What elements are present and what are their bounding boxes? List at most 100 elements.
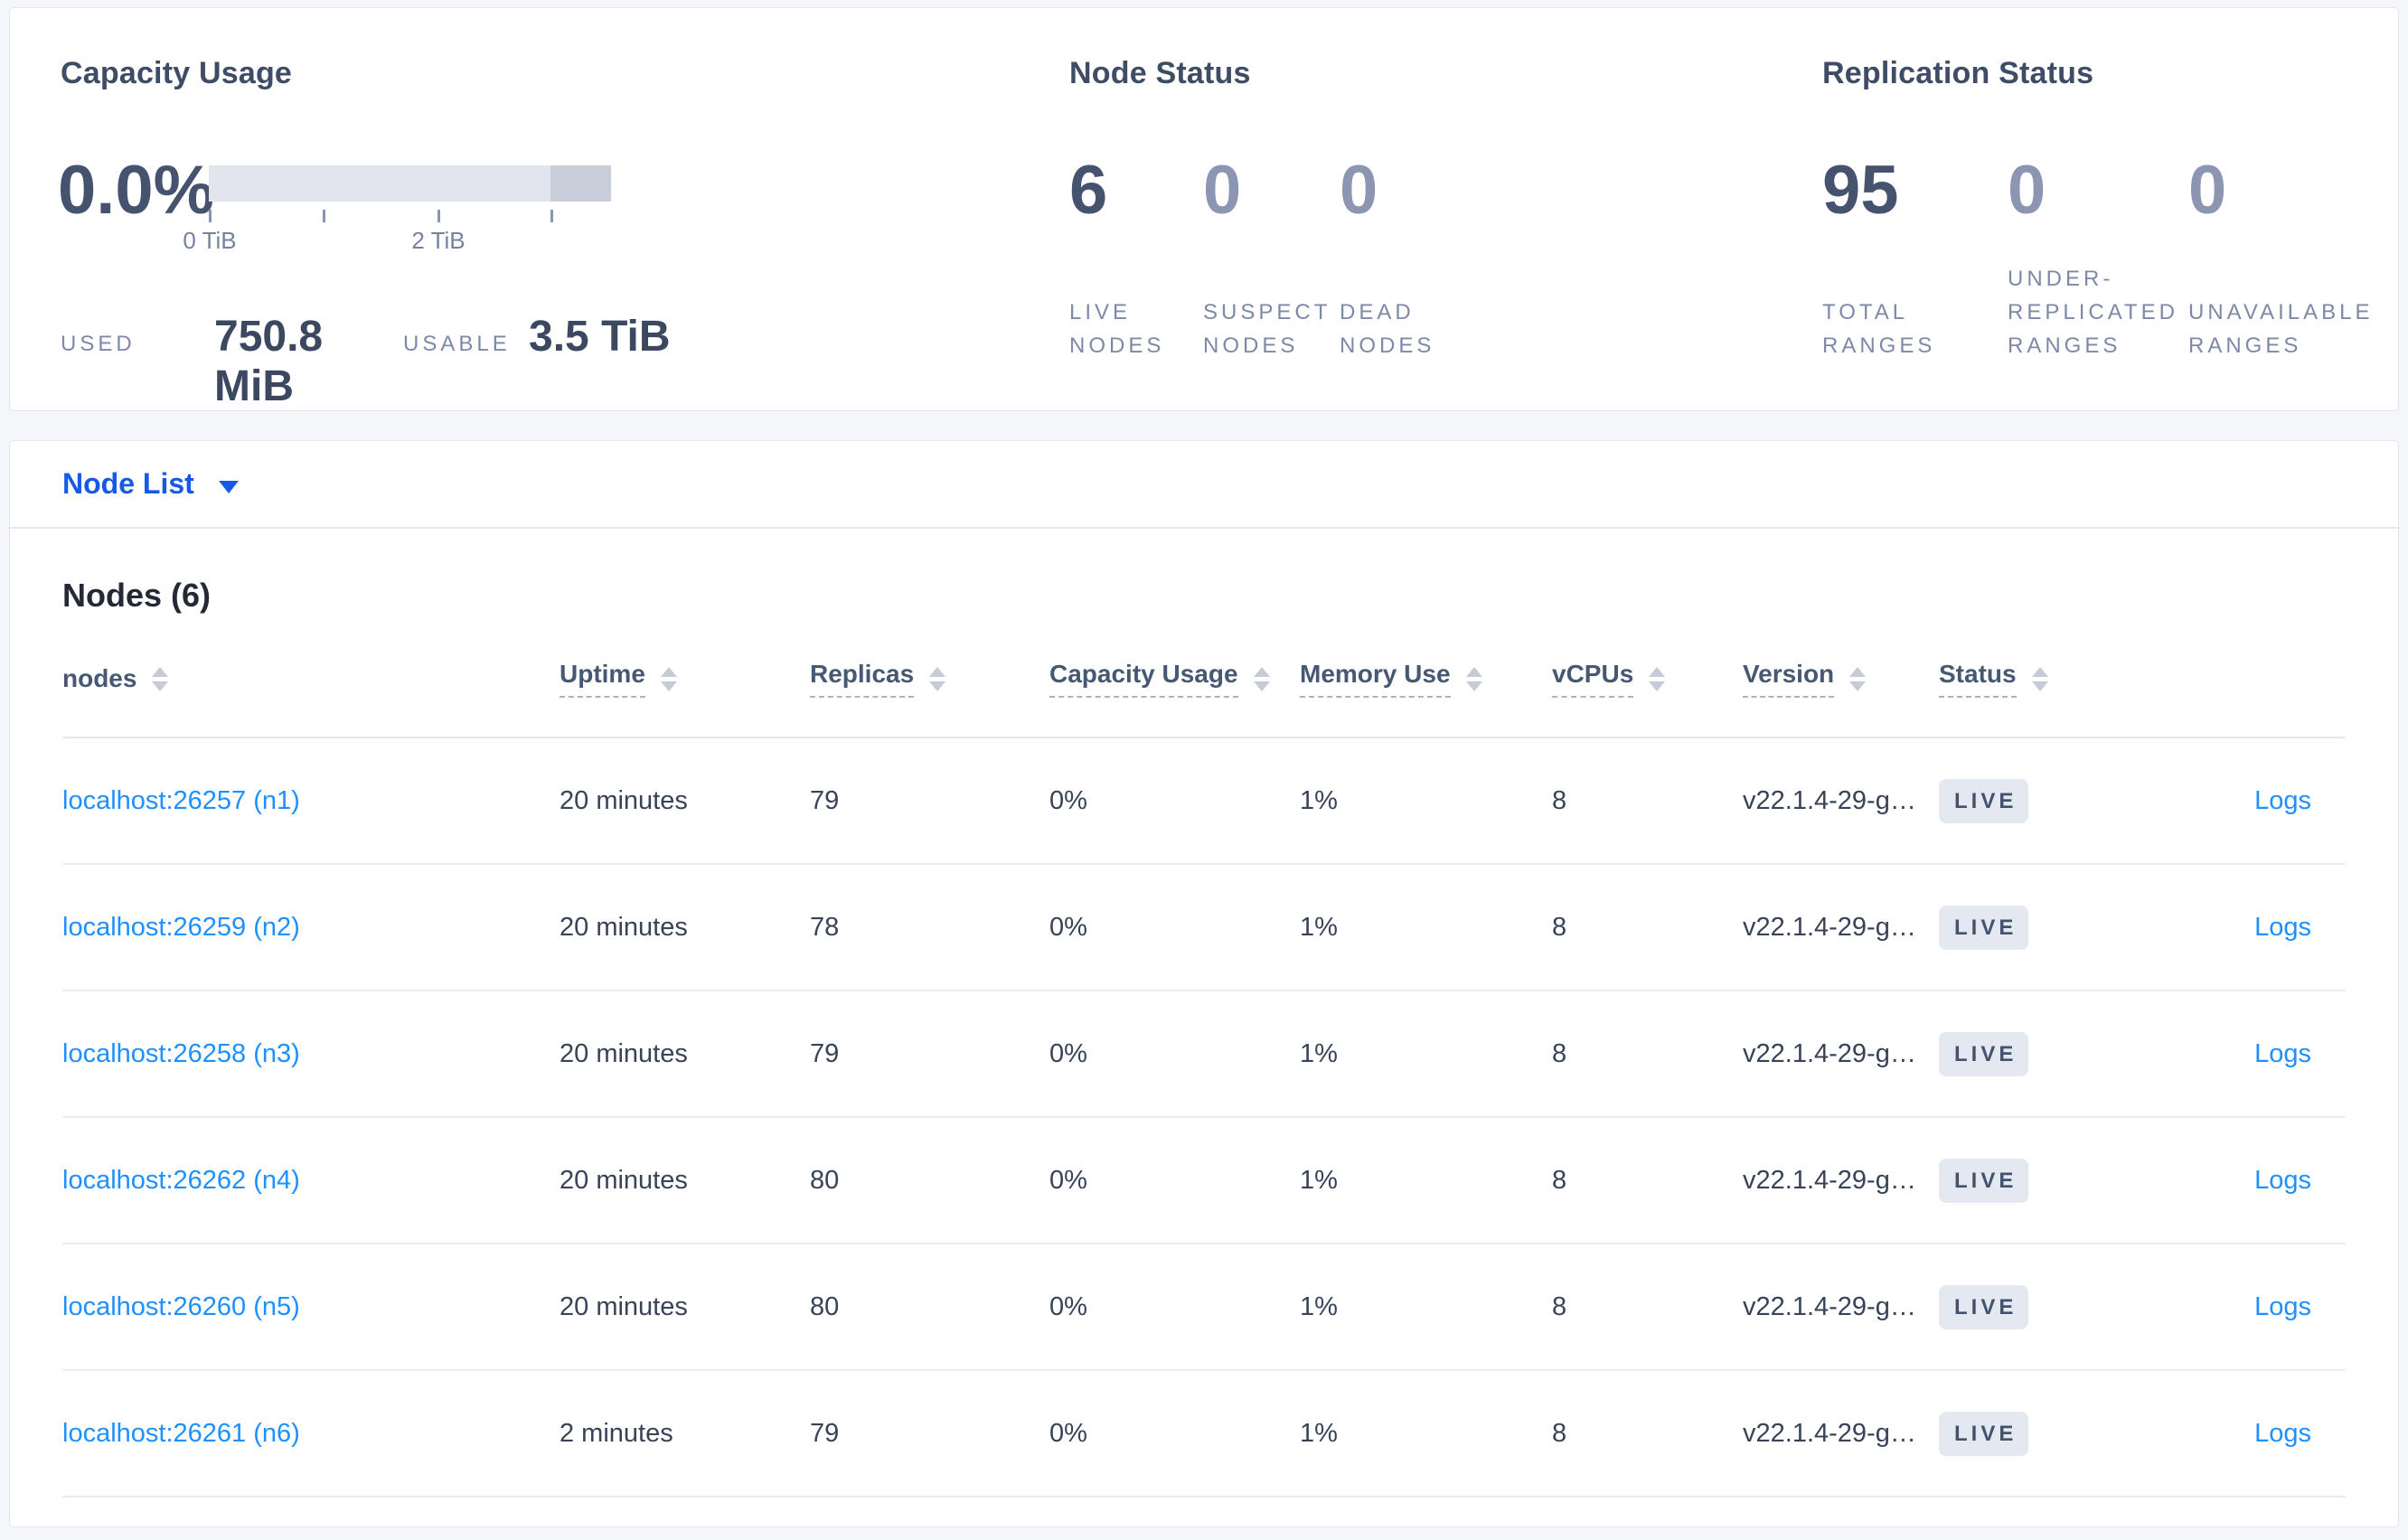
- capacity-bar-track: [209, 165, 611, 202]
- stat-value: 95: [1822, 152, 1899, 229]
- stat-value: 0: [2188, 152, 2227, 229]
- stat-label: LIVE NODES: [1069, 300, 1165, 358]
- capacity-usage-title: Capacity Usage: [61, 56, 293, 90]
- nodes-section: Nodes (6) nodes Uptime Replicas Capacity…: [10, 576, 2398, 1498]
- logs-link[interactable]: Logs: [2254, 1292, 2311, 1321]
- capacity-bar-reserved-segment: [550, 165, 611, 202]
- logs-link[interactable]: Logs: [2254, 1419, 2311, 1448]
- dead-nodes-stat: 0 DEAD NODES: [1340, 153, 1520, 362]
- node-list-panel: Node List Nodes (6) nodes Uptime Replica…: [9, 440, 2399, 1527]
- axis-tick: [209, 210, 212, 222]
- column-header-replicas[interactable]: Replicas: [810, 660, 1049, 698]
- axis-tick-label: 0 TiB: [183, 227, 237, 254]
- sort-icon: [1849, 667, 1867, 691]
- node-list-header: Node List: [10, 441, 2398, 529]
- logs-link[interactable]: Logs: [2254, 913, 2311, 942]
- sort-icon: [1465, 667, 1482, 691]
- sort-icon: [660, 667, 677, 691]
- table-row: localhost:26259 (n2) 20 minutes 78 0% 1%…: [62, 865, 2346, 991]
- memory-cell: 1%: [1300, 1291, 1338, 1321]
- vcpus-cell: 8: [1552, 785, 1567, 815]
- replication-status-title: Replication Status: [1822, 56, 2094, 90]
- column-header-vcpus[interactable]: vCPUs: [1552, 660, 1743, 698]
- sort-icon: [2031, 667, 2048, 691]
- node-link[interactable]: localhost:26259 (n2): [62, 913, 300, 942]
- version-cell: v22.1.4-29-g…: [1743, 912, 1916, 942]
- version-cell: v22.1.4-29-g…: [1743, 1038, 1916, 1068]
- node-status-title: Node Status: [1069, 56, 1251, 90]
- stat-label: SUSPECT NODES: [1203, 300, 1331, 358]
- version-cell: v22.1.4-29-g…: [1743, 1291, 1916, 1321]
- unavailable-ranges-stat: 0 UNAVAILABLE RANGES: [2188, 153, 2408, 362]
- status-badge: LIVE: [1939, 905, 2029, 950]
- table-row: localhost:26261 (n6) 2 minutes 79 0% 1% …: [62, 1371, 2346, 1498]
- column-header-capacity-usage[interactable]: Capacity Usage: [1049, 660, 1300, 698]
- logs-link[interactable]: Logs: [2254, 1166, 2311, 1195]
- status-badge: LIVE: [1939, 1158, 2029, 1203]
- uptime-cell: 20 minutes: [560, 1291, 688, 1321]
- replicas-cell: 79: [810, 785, 840, 815]
- table-row: localhost:26258 (n3) 20 minutes 79 0% 1%…: [62, 991, 2346, 1118]
- vcpus-cell: 8: [1552, 1291, 1567, 1321]
- stat-label: UNDER-REPLICATED RANGES: [2008, 267, 2178, 358]
- used-label: USED: [61, 332, 136, 356]
- under-replicated-ranges-stat: 0 UNDER-REPLICATED RANGES: [2008, 153, 2188, 362]
- column-header-uptime[interactable]: Uptime: [560, 660, 810, 698]
- node-list-dropdown[interactable]: Node List: [62, 467, 239, 501]
- status-badge: LIVE: [1939, 1411, 2029, 1456]
- cluster-summary-card: Capacity Usage 0.0% 0 TiB 2 TiB USED 750…: [9, 7, 2399, 411]
- stat-value: 6: [1069, 152, 1108, 229]
- node-link[interactable]: localhost:26261 (n6): [62, 1419, 300, 1448]
- vcpus-cell: 8: [1552, 912, 1567, 942]
- node-link[interactable]: localhost:26257 (n1): [62, 786, 300, 815]
- uptime-cell: 20 minutes: [560, 912, 688, 942]
- table-header-row: nodes Uptime Replicas Capacity Usage Mem…: [62, 621, 2346, 738]
- status-badge: LIVE: [1939, 1031, 2029, 1076]
- axis-tick: [323, 210, 325, 222]
- vcpus-cell: 8: [1552, 1418, 1567, 1448]
- logs-link[interactable]: Logs: [2254, 786, 2311, 815]
- replicas-cell: 78: [810, 912, 840, 942]
- capacity-cell: 0%: [1049, 1291, 1087, 1321]
- column-header-memory-use[interactable]: Memory Use: [1300, 660, 1552, 698]
- table-row: localhost:26260 (n5) 20 minutes 80 0% 1%…: [62, 1244, 2346, 1371]
- capacity-cell: 0%: [1049, 785, 1087, 815]
- vcpus-cell: 8: [1552, 1038, 1567, 1068]
- capacity-cell: 0%: [1049, 912, 1087, 942]
- vcpus-cell: 8: [1552, 1165, 1567, 1195]
- used-value: 750.8 MiB: [214, 313, 324, 410]
- column-header-nodes[interactable]: nodes: [62, 664, 560, 693]
- uptime-cell: 20 minutes: [560, 1038, 688, 1068]
- uptime-cell: 2 minutes: [560, 1418, 673, 1448]
- status-badge: LIVE: [1939, 1284, 2029, 1329]
- capacity-axis-ticks: [209, 202, 611, 223]
- node-status-summary: Node Status 6 LIVE NODES 0 SUSPECT NODES…: [1069, 8, 1792, 410]
- node-link[interactable]: localhost:26258 (n3): [62, 1039, 300, 1068]
- stat-label: TOTAL RANGES: [1822, 300, 1936, 358]
- logs-link[interactable]: Logs: [2254, 1039, 2311, 1068]
- usable-label: USABLE: [403, 332, 511, 356]
- stat-value: 0: [1340, 152, 1378, 229]
- version-cell: v22.1.4-29-g…: [1743, 1165, 1916, 1195]
- column-header-status[interactable]: Status: [1939, 660, 2194, 698]
- replication-status-summary: Replication Status 95 TOTAL RANGES 0 UND…: [1822, 8, 2370, 410]
- node-list-dropdown-label: Node List: [62, 467, 194, 500]
- stat-value: 0: [2008, 152, 2046, 229]
- sort-icon: [929, 667, 946, 691]
- capacity-bar-chart: 0 TiB 2 TiB: [183, 165, 611, 254]
- node-link[interactable]: localhost:26262 (n4): [62, 1166, 300, 1195]
- column-header-version[interactable]: Version: [1743, 660, 1939, 698]
- version-cell: v22.1.4-29-g…: [1743, 785, 1916, 815]
- sort-icon: [1253, 667, 1270, 691]
- node-link[interactable]: localhost:26260 (n5): [62, 1292, 300, 1321]
- uptime-cell: 20 minutes: [560, 1165, 688, 1195]
- axis-tick-label: 2 TiB: [411, 227, 466, 254]
- capacity-used-percent: 0.0%: [58, 152, 215, 229]
- suspect-nodes-stat: 0 SUSPECT NODES: [1203, 153, 1340, 362]
- live-nodes-stat: 6 LIVE NODES: [1069, 153, 1203, 362]
- total-ranges-stat: 95 TOTAL RANGES: [1822, 153, 2008, 362]
- axis-tick: [550, 210, 553, 222]
- sort-icon: [1649, 667, 1666, 691]
- memory-cell: 1%: [1300, 912, 1338, 942]
- replicas-cell: 80: [810, 1165, 840, 1195]
